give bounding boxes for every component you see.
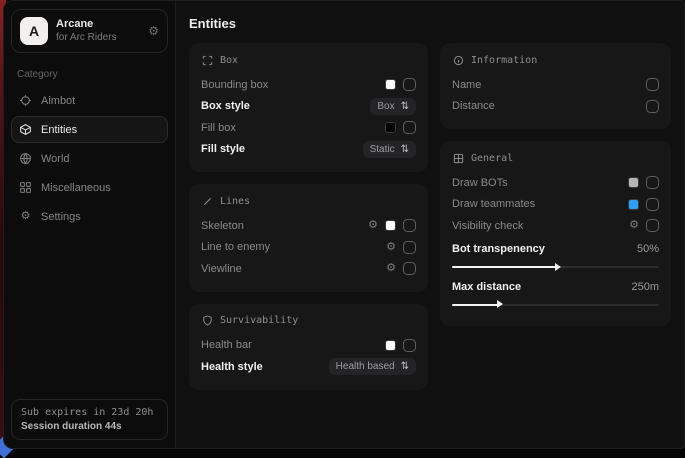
section-title: General: [471, 153, 513, 164]
slider-thumb[interactable]: [497, 300, 503, 308]
setting-row-max-distance: Max distance 250m: [452, 276, 659, 298]
gear-icon[interactable]: ⚙: [148, 24, 159, 38]
app-avatar: A: [20, 17, 48, 45]
gear-icon: ⚙: [19, 210, 32, 223]
layout-grid-icon: [19, 181, 32, 194]
slider-value: 250m: [631, 281, 659, 293]
color-swatch[interactable]: [385, 220, 396, 231]
sort-arrows-icon: ⇅: [401, 101, 409, 112]
sidebar-item-label: Aimbot: [41, 95, 75, 107]
checkbox[interactable]: [646, 100, 659, 113]
page-title: Entities: [189, 16, 671, 31]
color-swatch[interactable]: [628, 199, 639, 210]
logo-card: A Arcane for Arc Riders ⚙: [11, 9, 168, 53]
setting-row-draw-bots: Draw BOTs: [452, 172, 659, 194]
shield-icon: [201, 315, 213, 327]
cube-icon: [19, 123, 32, 136]
checkbox[interactable]: [403, 121, 416, 134]
globe-icon: [19, 152, 32, 165]
section-box: Box Bounding box Box style Box ⇅: [189, 43, 428, 172]
checkbox[interactable]: [646, 78, 659, 91]
sidebar-item-label: Settings: [41, 211, 81, 223]
setting-row-health-style: Health style Health based ⇅: [201, 356, 416, 378]
section-title: Information: [471, 55, 537, 66]
line-icon: [201, 195, 213, 207]
setting-row-bot-transparency: Bot transpenency 50%: [452, 239, 659, 261]
sort-arrows-icon: ⇅: [401, 144, 409, 155]
color-swatch[interactable]: [628, 177, 639, 188]
sidebar-nav: Aimbot Entities World: [11, 86, 168, 231]
sidebar-item-label: Entities: [41, 124, 77, 136]
section-title: Lines: [220, 196, 250, 207]
main-panel: Entities Box Bounding box: [176, 1, 684, 448]
setting-row-viewline: Viewline ⚙: [201, 258, 416, 280]
setting-row-health-bar: Health bar: [201, 335, 416, 357]
checkbox[interactable]: [403, 219, 416, 232]
setting-row-bounding-box: Bounding box: [201, 74, 416, 96]
checkbox[interactable]: [403, 262, 416, 275]
session-duration-text: Session duration 44s: [21, 421, 158, 432]
checkbox[interactable]: [646, 176, 659, 189]
box-style-select[interactable]: Box ⇅: [370, 98, 416, 115]
sidebar-item-aimbot[interactable]: Aimbot: [11, 87, 168, 114]
sidebar-item-entities[interactable]: Entities: [11, 116, 168, 143]
gear-icon[interactable]: ⚙: [386, 242, 396, 253]
checkbox[interactable]: [646, 198, 659, 211]
sort-arrows-icon: ⇅: [401, 361, 409, 372]
color-swatch[interactable]: [385, 122, 396, 133]
subscription-status-card: Sub expires in 23d 20h Session duration …: [11, 399, 168, 440]
setting-row-fill-box: Fill box: [201, 117, 416, 139]
gear-icon[interactable]: ⚙: [368, 220, 378, 231]
setting-row-box-style: Box style Box ⇅: [201, 96, 416, 118]
checkbox[interactable]: [646, 219, 659, 232]
checkbox[interactable]: [403, 241, 416, 254]
category-label: Category: [17, 69, 162, 80]
setting-row-draw-teammates: Draw teammates: [452, 194, 659, 216]
checkbox[interactable]: [403, 339, 416, 352]
checkbox[interactable]: [403, 78, 416, 91]
sidebar-item-label: World: [41, 153, 70, 165]
setting-row-line-to-enemy: Line to enemy ⚙: [201, 237, 416, 259]
app-window: A Arcane for Arc Riders ⚙ Category Aimbo…: [3, 0, 685, 449]
setting-row-skeleton: Skeleton ⚙: [201, 215, 416, 237]
gear-icon[interactable]: ⚙: [386, 263, 396, 274]
section-title: Survivability: [220, 315, 298, 326]
box-corners-icon: [201, 54, 213, 66]
health-style-select[interactable]: Health based ⇅: [329, 358, 416, 375]
setting-row-fill-style: Fill style Static ⇅: [201, 139, 416, 161]
section-lines: Lines Skeleton ⚙ Line to enemy ⚙: [189, 184, 428, 292]
grid-icon: [452, 152, 464, 164]
slider-value: 50%: [637, 243, 659, 255]
section-general: General Draw BOTs Draw teammates: [440, 141, 671, 326]
section-information: Information Name Distance: [440, 43, 671, 129]
sidebar-item-label: Miscellaneous: [41, 182, 111, 194]
info-icon: [452, 54, 464, 66]
app-title: Arcane: [56, 18, 140, 32]
app-subtitle: for Arc Riders: [56, 32, 140, 45]
section-title: Box: [220, 55, 238, 66]
slider-thumb[interactable]: [555, 263, 561, 271]
sidebar-item-miscellaneous[interactable]: Miscellaneous: [11, 174, 168, 201]
sidebar-item-world[interactable]: World: [11, 145, 168, 172]
setting-row-visibility-check: Visibility check ⚙: [452, 215, 659, 237]
sidebar-item-settings[interactable]: ⚙ Settings: [11, 203, 168, 230]
crosshair-icon: [19, 94, 32, 107]
color-swatch[interactable]: [385, 79, 396, 90]
sub-expiry-text: Sub expires in 23d 20h: [21, 407, 158, 418]
gear-icon[interactable]: ⚙: [629, 220, 639, 231]
max-distance-slider[interactable]: [452, 304, 659, 306]
section-survivability: Survivability Health bar Health style He…: [189, 304, 428, 390]
setting-row-distance: Distance: [452, 96, 659, 118]
sidebar: A Arcane for Arc Riders ⚙ Category Aimbo…: [4, 1, 176, 448]
bot-transparency-slider[interactable]: [452, 266, 659, 268]
fill-style-select[interactable]: Static ⇅: [363, 141, 416, 158]
setting-row-name: Name: [452, 74, 659, 96]
color-swatch[interactable]: [385, 340, 396, 351]
